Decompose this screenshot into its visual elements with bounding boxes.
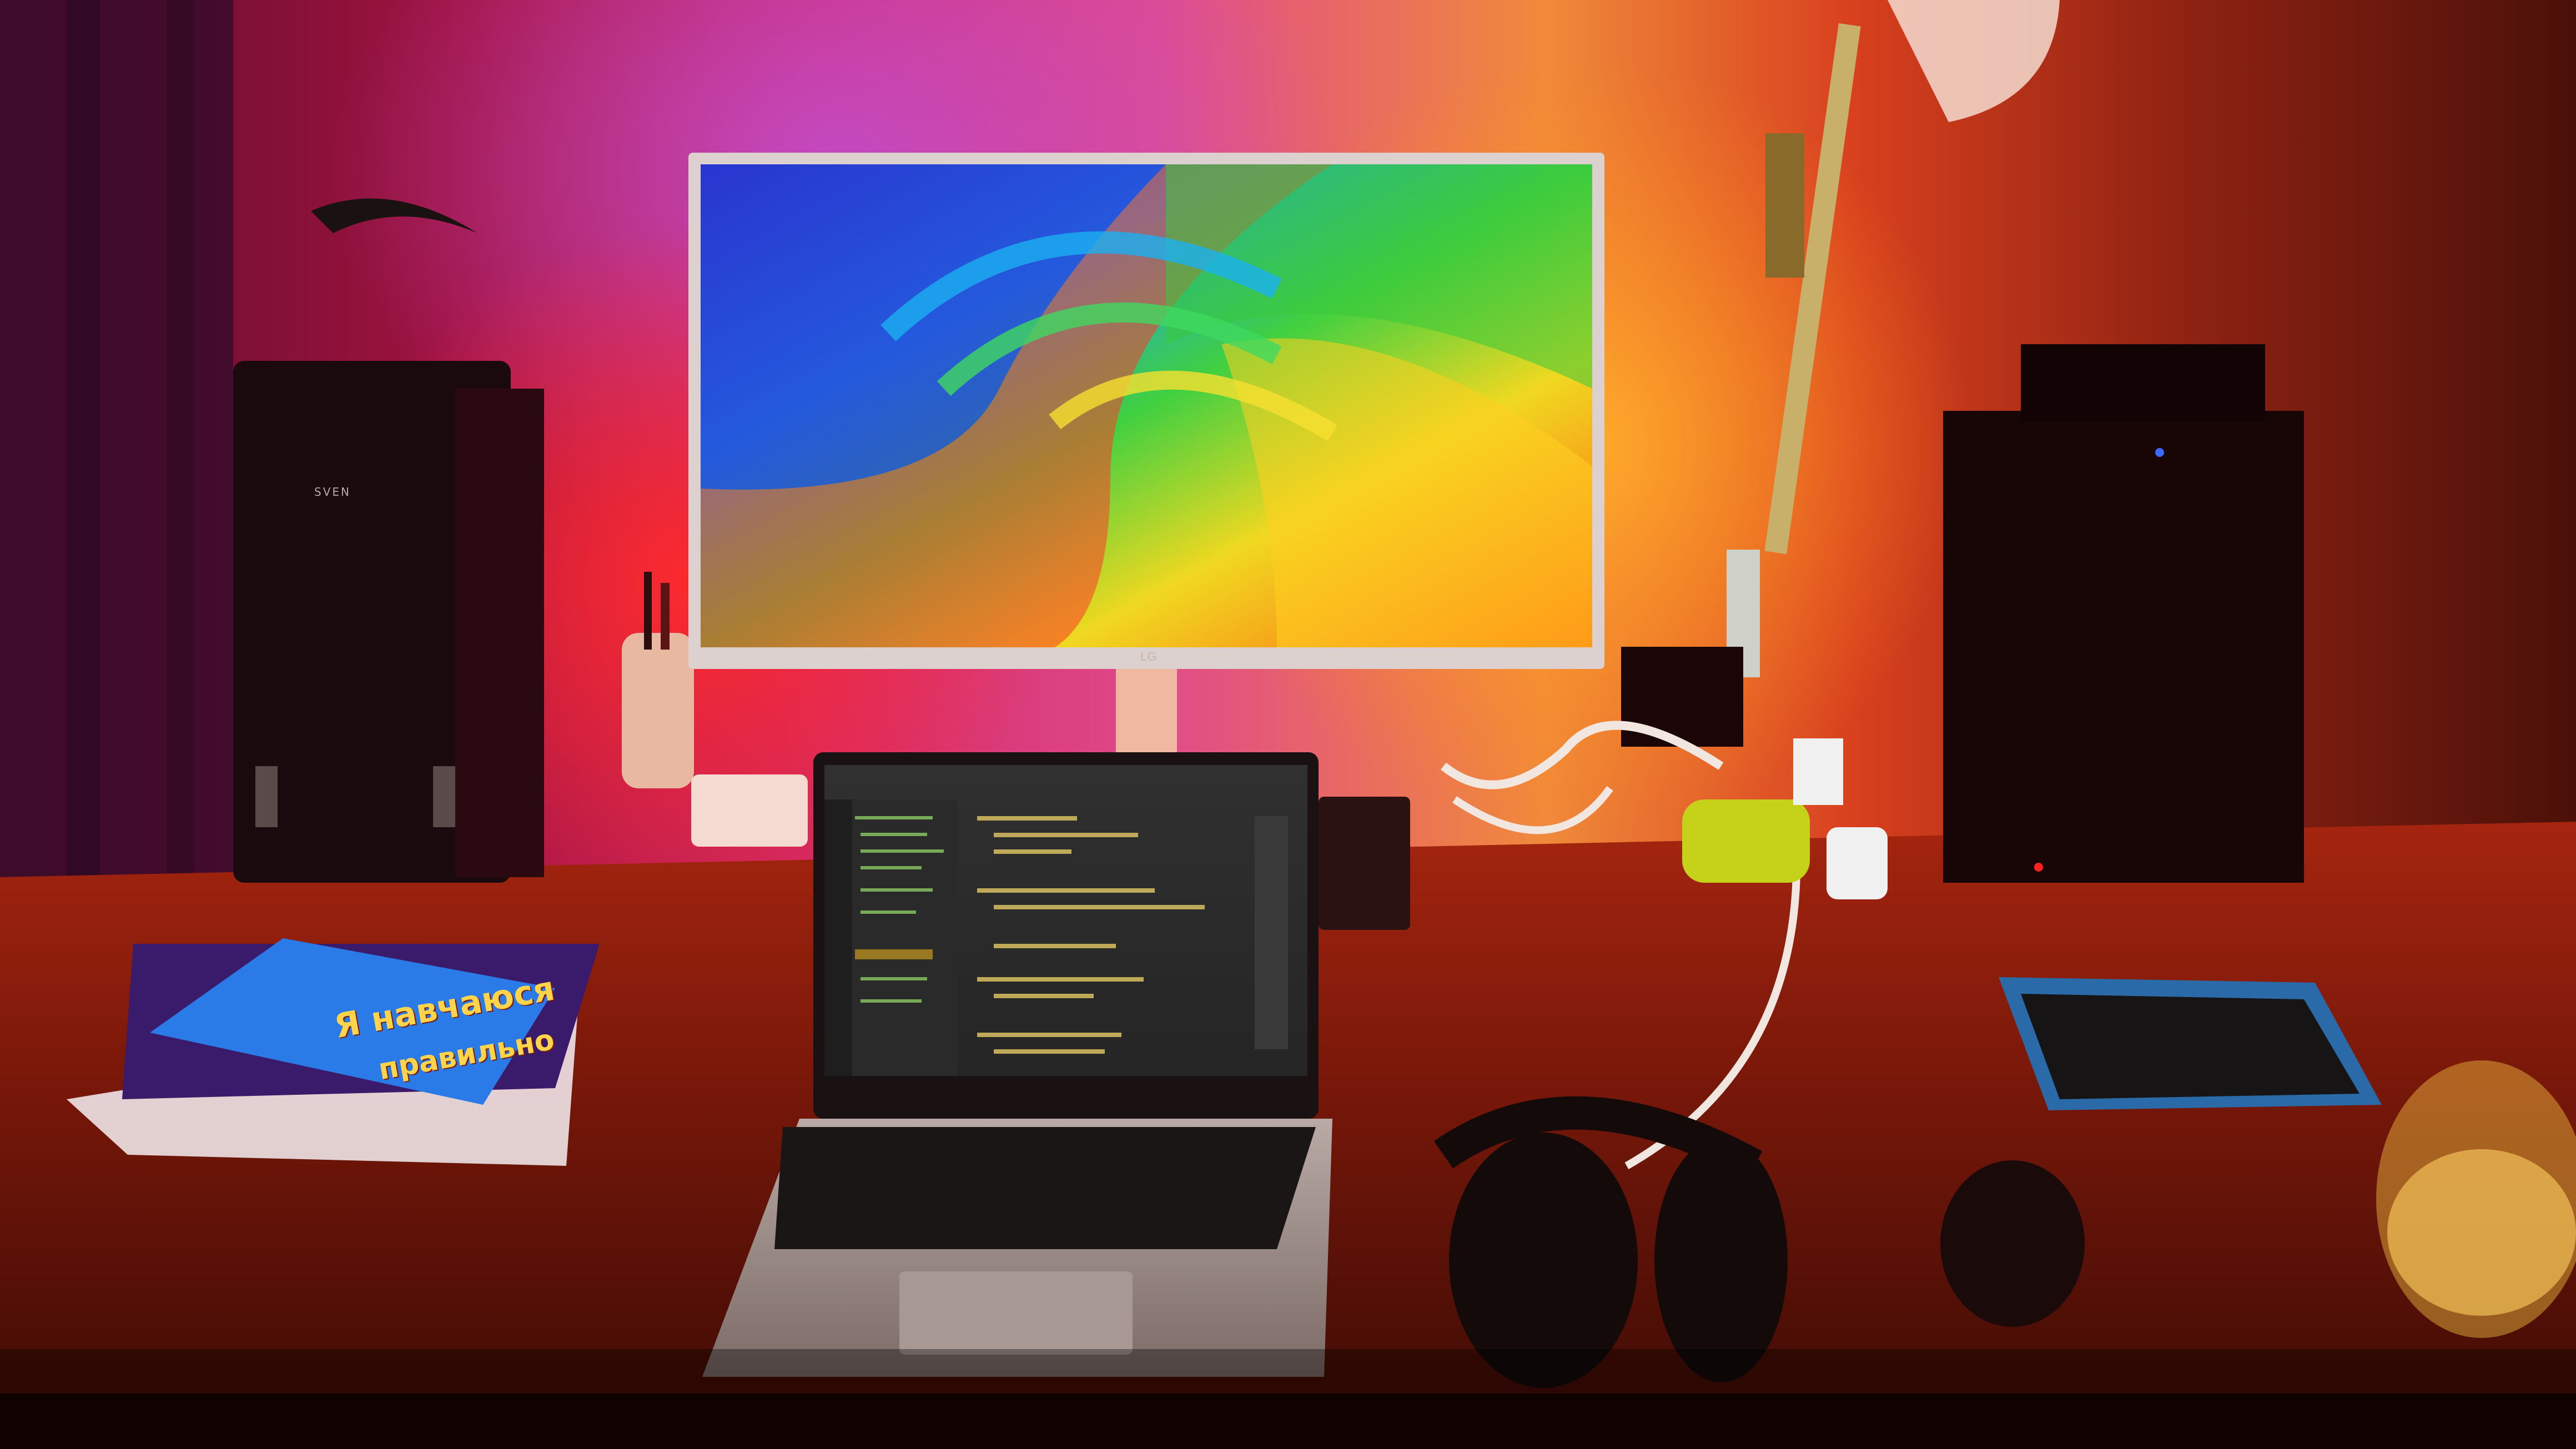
pc-tower xyxy=(1943,344,2304,883)
photo-scene xyxy=(0,0,2576,1449)
monitor-logo-label: LG xyxy=(1140,650,1157,663)
charger xyxy=(691,774,808,847)
speaker-left xyxy=(233,361,544,883)
monitor xyxy=(688,153,1604,758)
desk-setup-photo: SVEN LG Я навчаюся правильно xyxy=(0,0,2576,1449)
mouse xyxy=(1940,1160,2085,1327)
speaker-brand-label: SVEN xyxy=(314,485,351,499)
external-keyboard xyxy=(1319,797,1410,930)
